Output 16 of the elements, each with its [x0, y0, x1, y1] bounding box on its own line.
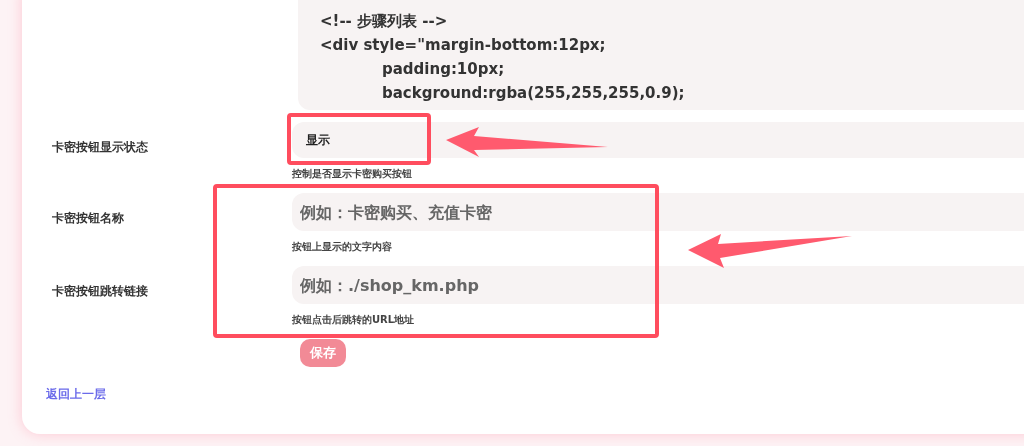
field-label: 卡密按钮显示状态 [52, 140, 148, 154]
field-label: 卡密按钮名称 [52, 211, 124, 225]
arrow-icon [688, 234, 852, 268]
code-line: <!-- 步骤列表 --> [320, 11, 449, 32]
code-editor[interactable]: <!-- 步骤列表 --> <div style="margin-bottom:12px; padding:10px; background:rgba(255,255,255,0.9); [298, 0, 1024, 110]
code-line: padding:10px; [381, 59, 506, 80]
code-line: background:rgba(255,255,255,0.9); [381, 83, 686, 104]
code-line: <div style="margin-bottom:12px; [320, 35, 607, 56]
field-label: 卡密按钮跳转链接 [52, 284, 148, 298]
field-hint: 按钮上显示的文字内容 [292, 240, 393, 254]
select-field[interactable]: 显示 [292, 122, 1024, 158]
field-hint: 按钮点击后跳转的URL地址 [292, 313, 416, 327]
field-hint: 控制是否显示卡密购买按钮 [292, 167, 413, 181]
input-field[interactable]: 例如：卡密购买、充值卡密 [292, 193, 1024, 231]
input-field[interactable]: 例如：./shop_km.php [292, 266, 1024, 304]
back-link[interactable]: 返回上一层 [46, 387, 106, 401]
